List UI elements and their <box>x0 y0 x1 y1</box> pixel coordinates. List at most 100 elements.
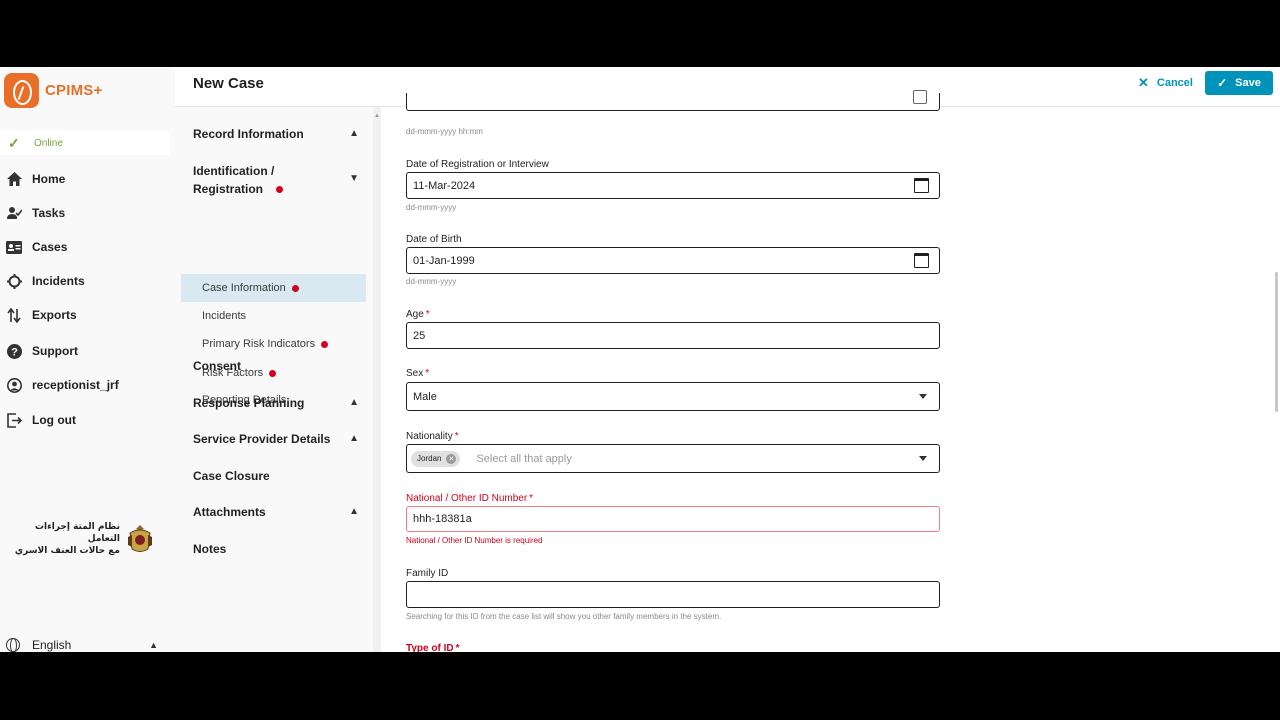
save-button[interactable]: ✓ Save <box>1205 71 1273 95</box>
dob-help: dd-mmm-yyyy <box>406 277 457 286</box>
chevron-up-icon: ▲ <box>349 128 359 139</box>
section-attachments[interactable]: Attachments ▲ <box>193 503 363 521</box>
section-record-information[interactable]: Record Information ▲ <box>193 125 363 143</box>
sidebar-item-label: Home <box>32 172 66 186</box>
age-field[interactable]: 25 <box>406 322 940 349</box>
subsection-case-information[interactable]: Case Information <box>181 274 366 302</box>
error-indicator-icon <box>321 340 329 348</box>
sidebar-item-label: Support <box>32 344 78 358</box>
check-icon: ✓ <box>8 134 20 151</box>
chevron-up-icon: ▲ <box>349 397 359 408</box>
section-case-closure[interactable]: Case Closure <box>193 467 363 485</box>
sidebar-item-label: Log out <box>32 413 76 427</box>
crest-icon <box>128 525 152 552</box>
globe-icon <box>6 638 20 652</box>
save-label: Save <box>1235 77 1261 89</box>
close-icon: ✕ <box>1138 75 1149 90</box>
subsection-incidents[interactable]: Incidents <box>181 302 366 330</box>
chevron-up-icon: ▲ <box>349 433 359 444</box>
national-id-error: National / Other ID Number is required <box>406 536 543 545</box>
type-of-id-label: Type of ID * <box>406 643 460 652</box>
dob-label: Date of Birth <box>406 234 462 245</box>
case-information-form: dd-mmm-yyyy hh:mm Date of Registration o… <box>406 90 940 652</box>
scroll-up-icon: ▲ <box>374 113 380 119</box>
datetime-format-help: dd-mmm-yyyy hh:mm <box>406 127 483 136</box>
previous-datetime-field[interactable] <box>406 90 940 111</box>
page-title: New Case <box>193 75 264 92</box>
age-label: Age * <box>406 309 430 320</box>
sidebar-item-label: Exports <box>32 308 77 322</box>
check-icon: ✓ <box>1217 76 1228 90</box>
online-status: ✓ Online <box>0 131 170 155</box>
app-name: CPIMS+ <box>45 82 103 99</box>
help-icon: ? <box>6 343 22 359</box>
nationality-chip[interactable]: Jordan ✕ <box>411 450 461 467</box>
section-response-planning[interactable]: Response Planning ▲ <box>193 394 363 412</box>
nationality-label: Nationality * <box>406 431 459 442</box>
sidebar-item-user[interactable]: receptionist_jrf <box>0 370 175 400</box>
user-icon <box>6 377 22 393</box>
remove-chip-icon[interactable]: ✕ <box>446 453 457 464</box>
error-indicator-icon <box>276 186 283 193</box>
form-scrollbar[interactable]: ▲ <box>373 107 381 652</box>
section-identification-registration[interactable]: Identification / Registration ▼ <box>193 162 363 198</box>
sidebar-item-label: receptionist_jrf <box>32 378 119 392</box>
sidebar-item-exports[interactable]: Exports <box>0 300 175 330</box>
sidebar-item-cases[interactable]: Cases <box>0 232 175 262</box>
nationality-multiselect[interactable]: Jordan ✕ Select all that apply <box>406 444 940 473</box>
sidebar-item-home[interactable]: Home <box>0 164 175 194</box>
dropdown-arrow-icon <box>919 394 927 399</box>
checkbox-icon <box>913 90 927 104</box>
app-logo[interactable]: CPIMS+ <box>4 73 102 108</box>
registration-date-label: Date of Registration or Interview <box>406 159 549 170</box>
cancel-label: Cancel <box>1156 77 1193 89</box>
registration-date-help: dd-mmm-yyyy <box>406 203 457 212</box>
exports-icon <box>6 307 22 323</box>
cancel-button[interactable]: ✕ Cancel <box>1138 71 1193 95</box>
family-id-label: Family ID <box>406 568 449 579</box>
sidebar-item-support[interactable]: ? Support <box>0 336 175 366</box>
online-status-label: Online <box>34 137 63 149</box>
sidebar-item-label: Cases <box>32 240 68 254</box>
family-id-field[interactable] <box>406 581 940 608</box>
emblem-text: نظام المتة إجراءات التعامل مع حالات العن… <box>14 522 120 556</box>
organization-emblem: نظام المتة إجراءات التعامل مع حالات العن… <box>12 521 154 557</box>
svg-text:?: ? <box>11 346 18 358</box>
chevron-up-icon: ▲ <box>349 506 359 517</box>
registration-date-field[interactable]: 11-Mar-2024 <box>406 172 940 199</box>
calendar-icon[interactable] <box>914 178 929 193</box>
sidebar-item-label: Incidents <box>32 274 85 288</box>
sex-select[interactable]: Male <box>406 382 940 411</box>
section-service-provider-details[interactable]: Service Provider Details ▲ <box>193 430 363 448</box>
cases-icon <box>6 239 22 255</box>
tasks-icon <box>6 205 22 221</box>
sidebar-item-tasks[interactable]: Tasks <box>0 198 175 228</box>
app-window: CPIMS+ ✓ Online Home Tasks Cases Inciden… <box>0 67 1280 652</box>
chevron-down-icon: ▼ <box>349 173 359 184</box>
sort-icon: ▲ <box>149 640 158 650</box>
sidebar: CPIMS+ ✓ Online Home Tasks Cases Inciden… <box>0 67 175 652</box>
error-indicator-icon <box>291 284 299 292</box>
language-selector[interactable]: English ▲ <box>6 638 158 652</box>
subsection-primary-risk-indicators[interactable]: Primary Risk Indicators <box>181 330 366 358</box>
sidebar-item-label: Tasks <box>32 206 66 220</box>
section-notes[interactable]: Notes <box>193 540 363 558</box>
section-consent[interactable]: Consent <box>193 357 363 375</box>
calendar-icon[interactable] <box>914 253 929 268</box>
incidents-icon <box>6 273 22 289</box>
language-label: English <box>32 638 72 652</box>
home-icon <box>6 171 22 187</box>
page-scrollbar[interactable] <box>1275 272 1278 412</box>
nationality-placeholder: Select all that apply <box>476 452 572 465</box>
family-id-help: Searching for this ID from the case list… <box>406 612 722 621</box>
sidebar-item-incidents[interactable]: Incidents <box>0 266 175 296</box>
logout-icon <box>6 412 22 428</box>
national-id-field[interactable]: hhh-18381a <box>406 506 940 532</box>
national-id-label: National / Other ID Number * <box>406 493 534 504</box>
form-section-nav: Record Information ▲ Identification / Re… <box>175 107 375 652</box>
logo-icon <box>4 73 39 108</box>
sex-label: Sex * <box>406 368 430 379</box>
sidebar-item-logout[interactable]: Log out <box>0 405 175 435</box>
dropdown-arrow-icon <box>919 456 927 461</box>
dob-field[interactable]: 01-Jan-1999 <box>406 247 940 274</box>
